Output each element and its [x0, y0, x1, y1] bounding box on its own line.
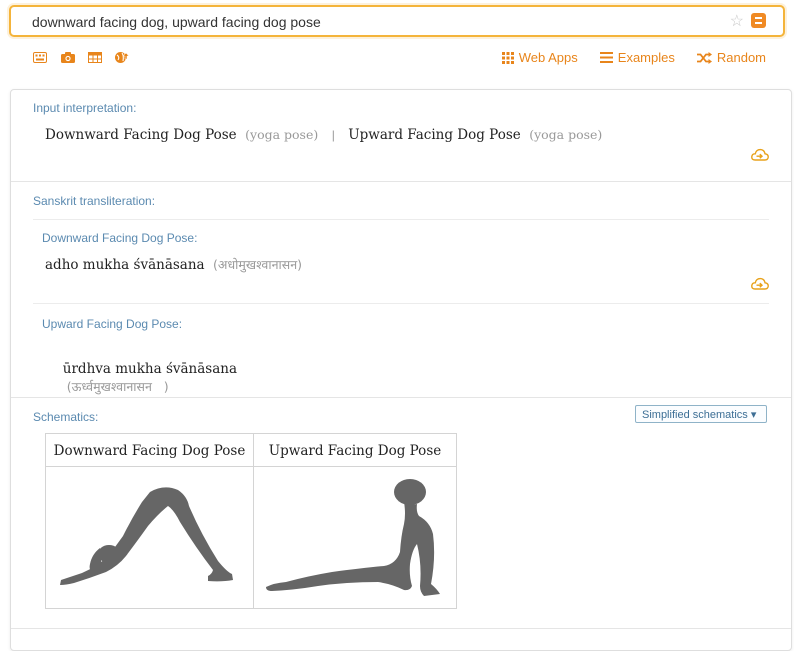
- schematics-table: Downward Facing Dog Pose Upward Facing D…: [45, 433, 457, 609]
- search-bar[interactable]: ☆: [9, 5, 785, 37]
- keyboard-icon[interactable]: [33, 52, 47, 63]
- list-icon: [599, 52, 613, 63]
- web-apps-link[interactable]: Web Apps: [501, 50, 578, 65]
- shuffle-icon: [696, 51, 712, 64]
- examples-link[interactable]: Examples: [599, 50, 675, 65]
- input-interpretation-text: Downward Facing Dog Pose (yoga pose) | U…: [45, 126, 602, 144]
- divider: [11, 181, 791, 182]
- downward-dog-pose-schematic: [60, 487, 233, 585]
- pose1-name: Downward Facing Dog Pose: [45, 127, 237, 143]
- sanskrit-title: Sanskrit transliteration:: [33, 194, 156, 208]
- cloud-download-icon[interactable]: [751, 148, 769, 162]
- upward-devanagari: (ऊर्ध्वमुखश्वानासन ): [66, 379, 169, 394]
- table-icon[interactable]: [88, 52, 102, 63]
- globe-upload-icon[interactable]: [114, 51, 130, 64]
- downward-devanagari: (अधोमुखश्वानासन): [213, 257, 303, 272]
- schematics-title: Schematics:: [33, 410, 99, 424]
- downward-sanskrit-text: adho mukha śvānāsana (अधोमुखश्वानासन): [45, 256, 302, 274]
- separator: |: [331, 128, 335, 142]
- random-label: Random: [716, 50, 766, 65]
- camera-icon[interactable]: [61, 52, 75, 63]
- upward-sanskrit-text: ūrdhva mukha śvānāsana (ऊर्ध्वमुखश्वानास…: [45, 342, 237, 414]
- input-interpretation-title: Input interpretation:: [33, 101, 137, 115]
- schematics-type-dropdown[interactable]: Simplified schematics ▾: [635, 405, 767, 423]
- divider: [33, 219, 769, 220]
- web-apps-label: Web Apps: [518, 50, 578, 65]
- downward-sanskrit-label: Downward Facing Dog Pose:: [42, 231, 198, 245]
- favorite-star-icon[interactable]: ☆: [730, 12, 744, 32]
- upward-dog-pose-schematic: [266, 479, 440, 596]
- divider: [11, 628, 791, 629]
- random-link[interactable]: Random: [696, 50, 766, 65]
- divider: [11, 397, 791, 398]
- pose1-type: (yoga pose): [245, 127, 319, 142]
- pose2-type: (yoga pose): [529, 127, 603, 142]
- submit-button[interactable]: [751, 13, 766, 28]
- search-input[interactable]: [32, 12, 712, 32]
- pose2-name: Upward Facing Dog Pose: [348, 127, 521, 143]
- cloud-download-icon[interactable]: [751, 277, 769, 291]
- upward-roman: ūrdhva mukha śvānāsana: [62, 361, 238, 377]
- downward-dog-header: Downward Facing Dog Pose: [46, 434, 253, 467]
- results-card: Input interpretation: Downward Facing Do…: [10, 89, 792, 651]
- examples-label: Examples: [617, 50, 675, 65]
- upward-sanskrit-label: Upward Facing Dog Pose:: [42, 317, 183, 331]
- grid-icon: [501, 51, 514, 64]
- downward-roman: adho mukha śvānāsana: [45, 257, 205, 273]
- toolbar: Web Apps Examples Random: [0, 48, 794, 68]
- divider: [33, 303, 769, 304]
- upward-dog-header: Upward Facing Dog Pose: [254, 434, 456, 467]
